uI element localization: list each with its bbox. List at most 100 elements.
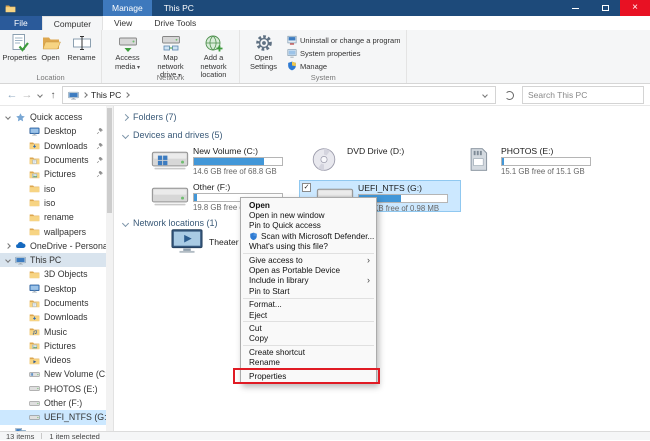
- section-header-network[interactable]: Network locations (1): [123, 218, 218, 228]
- context-menu-item-pin-to-quick-access[interactable]: Pin to Quick access: [241, 221, 376, 231]
- open-settings-button[interactable]: Open Settings: [244, 31, 283, 73]
- chevron-down-icon[interactable]: [5, 257, 11, 263]
- sidebar-item-this-pc[interactable]: This PC: [0, 253, 113, 267]
- context-menu-item-create-shortcut[interactable]: Create shortcut: [241, 347, 376, 357]
- recent-locations-dropdown-icon[interactable]: [35, 84, 45, 106]
- address-path-segment[interactable]: This PC: [91, 90, 121, 100]
- context-menu-item-pin-to-start[interactable]: Pin to Start: [241, 286, 376, 296]
- context-menu-item-open-as-portable-device[interactable]: Open as Portable Device: [241, 265, 376, 275]
- minimize-button[interactable]: [560, 0, 590, 16]
- open-folder-icon: [41, 33, 61, 53]
- checkbox-checked-icon[interactable]: [302, 183, 311, 192]
- chevron-right-icon[interactable]: [124, 92, 130, 98]
- sidebar-item-iso[interactable]: iso: [0, 181, 113, 195]
- tab-file[interactable]: File: [0, 16, 42, 30]
- sidebar-item-photos-e[interactable]: PHOTOS (E:): [0, 382, 113, 396]
- context-menu-item-cut[interactable]: Cut: [241, 323, 376, 333]
- address-bar[interactable]: This PC: [62, 86, 496, 104]
- sidebar-item-onedrive-personal[interactable]: OneDrive - Personal: [0, 239, 113, 253]
- refresh-icon[interactable]: [505, 91, 514, 100]
- context-menu-item-open-in-new-window[interactable]: Open in new window: [241, 210, 376, 220]
- open-button[interactable]: Open: [35, 31, 66, 65]
- forward-button[interactable]: [20, 84, 34, 106]
- chevron-right-icon[interactable]: [5, 243, 11, 249]
- maximize-button[interactable]: [590, 0, 620, 16]
- back-button[interactable]: [4, 84, 20, 106]
- rename-button[interactable]: Rename: [66, 31, 97, 65]
- context-menu-item-give-access-to[interactable]: Give access to: [241, 255, 376, 265]
- desktop-icon: [29, 126, 40, 137]
- sidebar-item-rename[interactable]: rename: [0, 210, 113, 224]
- search-box[interactable]: [522, 86, 644, 104]
- submenu-arrow-icon: [367, 276, 370, 285]
- sidebar-item-wallpapers[interactable]: wallpapers: [0, 224, 113, 238]
- sidebar-item-pictures[interactable]: Pictures: [0, 167, 113, 181]
- context-menu-item-copy[interactable]: Copy: [241, 334, 376, 344]
- drive-tile-dvd-drive-d[interactable]: DVD Drive (D:): [299, 144, 451, 176]
- context-menu-separator: [243, 253, 374, 254]
- section-header-folders[interactable]: Folders (7): [123, 112, 177, 122]
- sidebar-item-desktop[interactable]: Desktop: [0, 124, 113, 138]
- hdd-sm-icon: [29, 412, 40, 423]
- chevron-down-icon[interactable]: [122, 219, 129, 226]
- context-menu-item-eject[interactable]: Eject: [241, 310, 376, 320]
- sidebar-item-downloads[interactable]: Downloads: [0, 310, 113, 324]
- button-label: Access media: [107, 54, 148, 72]
- group-label-system: System: [240, 72, 406, 83]
- up-button[interactable]: [46, 84, 60, 106]
- uninstall-program-button[interactable]: Uninstall or change a program: [285, 34, 402, 46]
- access-media-button[interactable]: Access media: [106, 31, 149, 74]
- drive-tile-new-volume-c[interactable]: New Volume (C:)14.6 GB free of 68.8 GB: [145, 144, 297, 176]
- chevron-down-icon[interactable]: [5, 114, 11, 120]
- pictures-icon: [29, 169, 40, 180]
- context-menu-item-properties[interactable]: Properties: [241, 371, 376, 381]
- section-header-devices[interactable]: Devices and drives (5): [123, 130, 223, 140]
- search-input[interactable]: [528, 90, 638, 100]
- drive-tile-photos-e[interactable]: PHOTOS (E:)15.1 GB free of 15.1 GB: [453, 144, 605, 176]
- sidebar-item-quick-access[interactable]: Quick access: [0, 110, 113, 124]
- context-menu-item-what-s-using-this-file[interactable]: What's using this file?: [241, 242, 376, 252]
- sidebar-item-other-f[interactable]: Other (F:): [0, 396, 113, 410]
- chevron-down-icon[interactable]: [122, 131, 129, 138]
- sidebar-item-iso[interactable]: iso: [0, 196, 113, 210]
- chevron-right-icon[interactable]: [122, 113, 129, 120]
- sidebar-scrollbar[interactable]: [106, 106, 113, 431]
- media-server-icon: [171, 228, 203, 255]
- context-menu-item-open[interactable]: Open: [241, 200, 376, 210]
- ribbon-group-network: Access media Map network drive Add a net…: [102, 30, 240, 83]
- sidebar-item-label: Desktop: [44, 284, 76, 294]
- context-menu-item-scan-with-microsoft-defender[interactable]: Scan with Microsoft Defender...: [241, 231, 376, 241]
- globe-plus-icon: [204, 33, 224, 53]
- sidebar-item-desktop[interactable]: Desktop: [0, 282, 113, 296]
- context-menu-separator: [243, 369, 374, 370]
- tab-drive-tools[interactable]: Drive Tools: [143, 16, 207, 30]
- sidebar-item-new-volume-c[interactable]: New Volume (C:): [0, 367, 113, 381]
- network-location-theater[interactable]: Theater: [171, 228, 239, 255]
- rename-icon: [72, 33, 92, 53]
- context-menu-item-rename[interactable]: Rename: [241, 357, 376, 367]
- ribbon-tab-bar: File Computer View Drive Tools: [0, 16, 650, 30]
- tab-view[interactable]: View: [103, 16, 143, 30]
- sidebar-item-3d-objects[interactable]: 3D Objects: [0, 267, 113, 281]
- address-history-dropdown-icon[interactable]: [482, 92, 488, 98]
- sidebar-item-videos[interactable]: Videos: [0, 353, 113, 367]
- properties-button[interactable]: Properties: [4, 31, 35, 65]
- tab-computer[interactable]: Computer: [42, 16, 103, 30]
- sidebar-item-documents[interactable]: Documents: [0, 153, 113, 167]
- close-button[interactable]: [620, 0, 650, 16]
- sidebar-item-music[interactable]: Music: [0, 324, 113, 338]
- sidebar-item-documents[interactable]: Documents: [0, 296, 113, 310]
- sidebar-item-uefi-ntfs-g[interactable]: UEFI_NTFS (G:): [0, 410, 113, 424]
- chevron-right-icon[interactable]: [82, 92, 88, 98]
- sidebar-item-pictures[interactable]: Pictures: [0, 339, 113, 353]
- context-menu-item-include-in-library[interactable]: Include in library: [241, 276, 376, 286]
- context-menu-item-format[interactable]: Format...: [241, 300, 376, 310]
- system-properties-button[interactable]: System properties: [285, 47, 402, 59]
- pin-icon: [96, 170, 104, 178]
- context-menu-item-label: Include in library: [249, 276, 309, 285]
- scrollbar-thumb[interactable]: [107, 108, 112, 213]
- sidebar-item-downloads[interactable]: Downloads: [0, 139, 113, 153]
- explorer-app-icon[interactable]: [5, 3, 16, 14]
- sidebar-item-label: Downloads: [44, 141, 88, 151]
- manage-button[interactable]: Manage: [285, 60, 402, 72]
